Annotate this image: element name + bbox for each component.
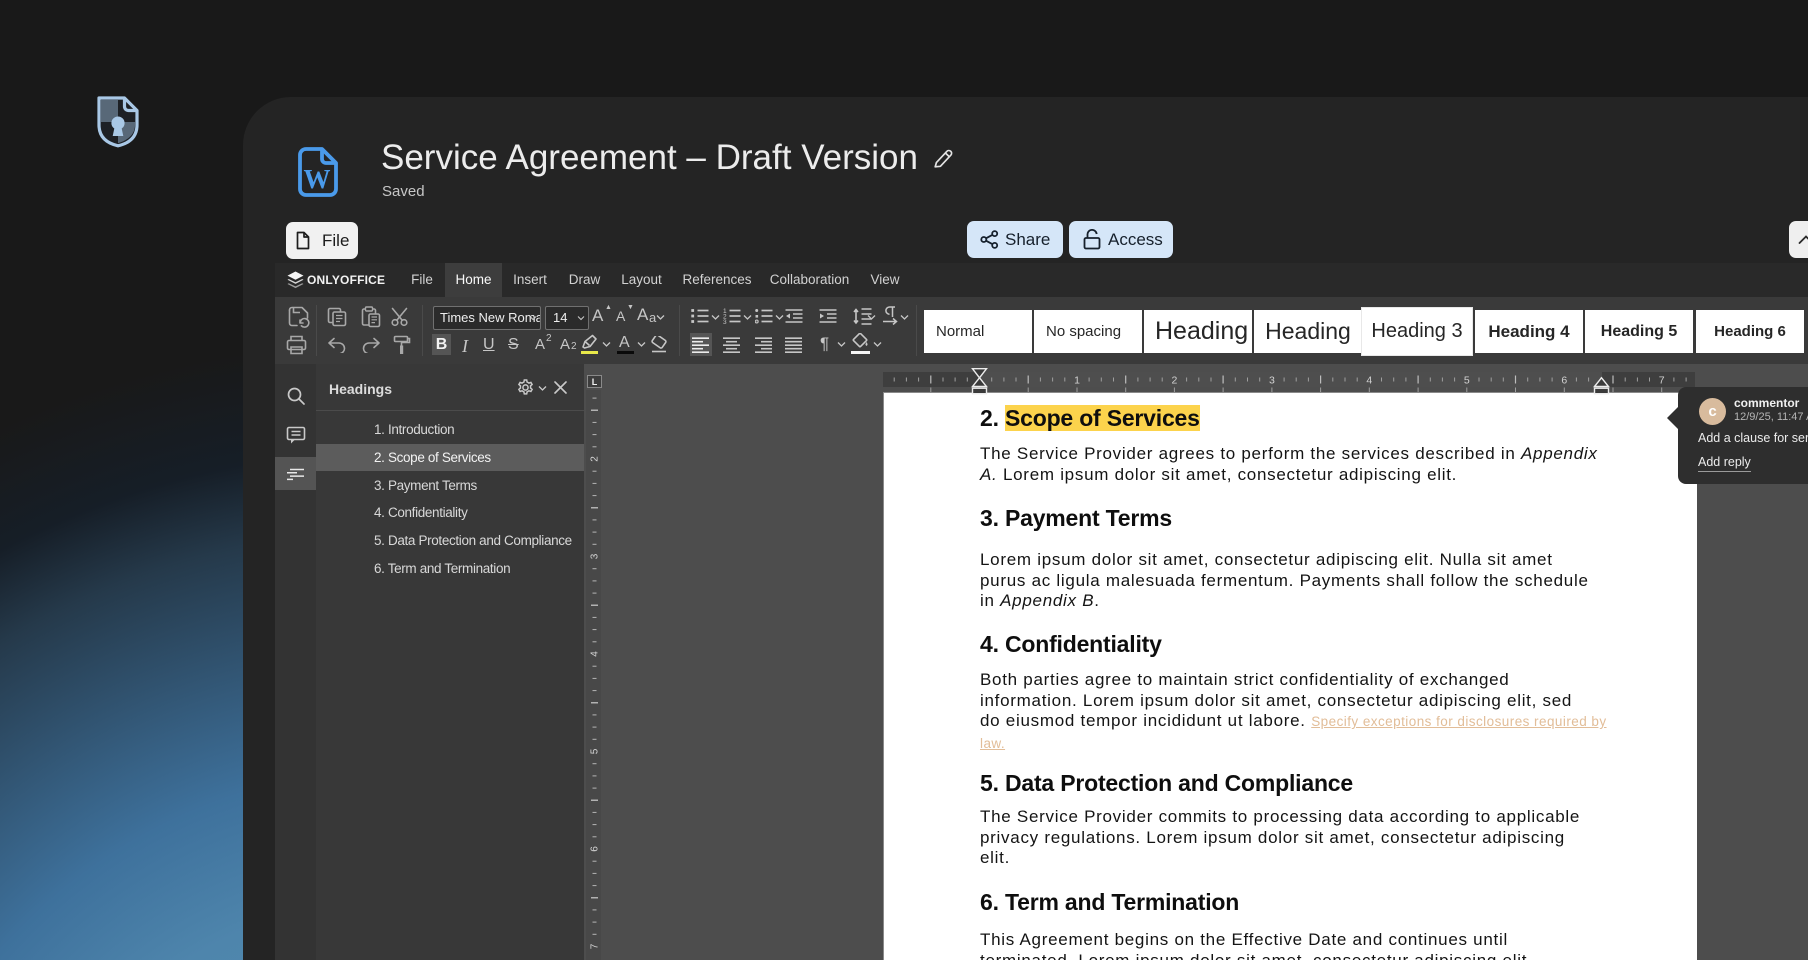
svg-text:1: 1 [1074,375,1080,387]
svg-text:2: 2 [590,456,601,462]
svg-text:4: 4 [590,651,601,657]
svg-text:3: 3 [590,553,601,559]
svg-text:7: 7 [590,943,601,949]
svg-text:7: 7 [1659,375,1665,387]
svg-text:6: 6 [590,846,601,852]
svg-text:W: W [304,164,331,194]
svg-text:2: 2 [1171,375,1177,387]
svg-text:3: 3 [1269,375,1275,387]
svg-text:5: 5 [590,748,601,754]
svg-text:5: 5 [1464,375,1470,387]
svg-text:3: 3 [723,319,727,324]
svg-text:6: 6 [1561,375,1567,387]
svg-text:4: 4 [1366,375,1372,387]
